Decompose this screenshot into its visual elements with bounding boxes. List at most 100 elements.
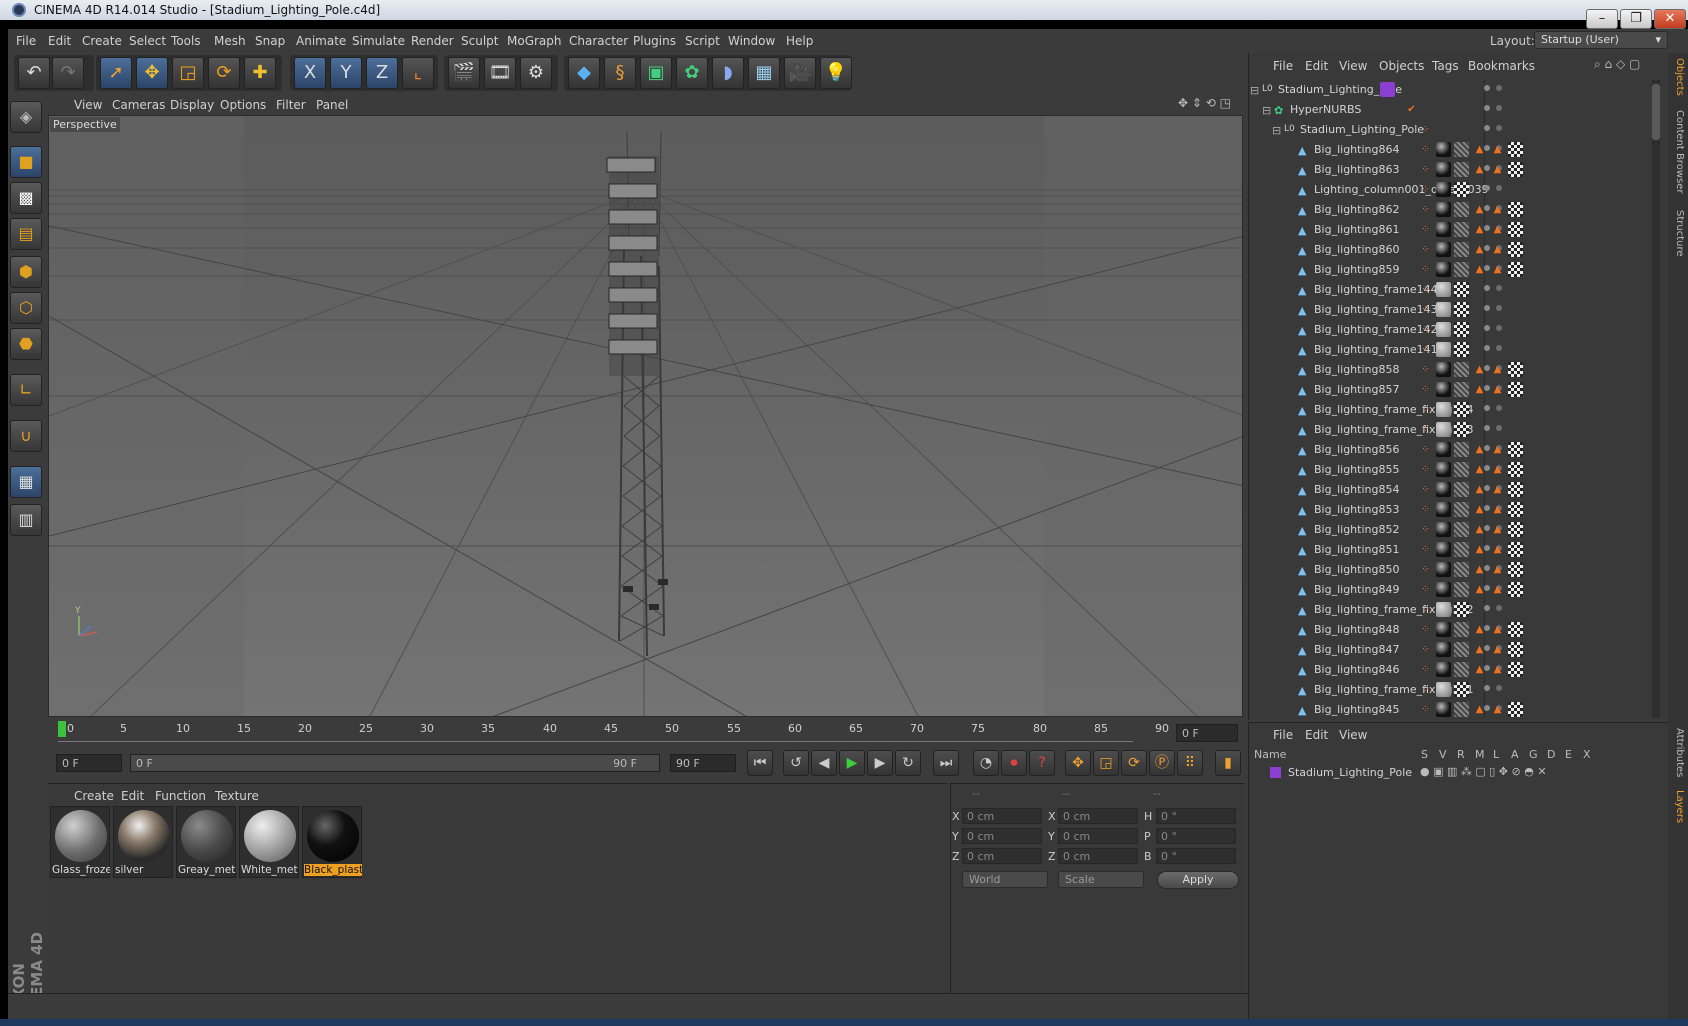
redo-icon[interactable]: ↷ xyxy=(52,57,84,89)
material-swatch-black-plastic[interactable]: Black_plast xyxy=(302,806,362,878)
rotation-b-field[interactable]: 0 ° xyxy=(1156,848,1236,864)
expand-toggle-icon[interactable]: ⊟ xyxy=(1262,104,1271,117)
menu-render[interactable]: Render xyxy=(411,34,454,48)
editor-visibility-dot[interactable] xyxy=(1484,305,1490,311)
material-tag-icon[interactable] xyxy=(1436,702,1451,717)
layout-dropdown[interactable]: Startup (User) ▾ xyxy=(1534,31,1668,49)
object-row[interactable]: ▲ Big_lighting853 ⁘ ▲ ▲ xyxy=(1250,500,1652,520)
render-visibility-dot[interactable] xyxy=(1496,285,1502,291)
layer-menu-file[interactable]: File xyxy=(1273,728,1293,742)
camera-icon[interactable]: 🎥 xyxy=(784,57,816,89)
object-row[interactable]: ▲ Big_lighting847 ⁘ ▲ ▲ xyxy=(1250,640,1652,660)
nurbs-icon[interactable]: ▣ xyxy=(640,57,672,89)
object-menu-bookmarks[interactable]: Bookmarks xyxy=(1468,59,1535,73)
menu-create[interactable]: Create xyxy=(82,34,122,48)
material-swatch-silver[interactable]: silver xyxy=(113,806,173,878)
timeline-window-icon[interactable]: ▮ xyxy=(1215,750,1241,776)
editor-visibility-dot[interactable] xyxy=(1484,285,1490,291)
render-visibility-dot[interactable] xyxy=(1496,605,1502,611)
object-row[interactable]: ▲ Big_lighting862 ⁘ ▲ ▲ xyxy=(1250,200,1652,220)
texture-tag-icon[interactable] xyxy=(1454,542,1469,557)
tab-layers[interactable]: Layers xyxy=(1671,790,1685,823)
render-visibility-dot[interactable] xyxy=(1496,185,1502,191)
texture-tag-icon[interactable] xyxy=(1454,462,1469,477)
warning-tag-icon[interactable]: ▲ xyxy=(1472,502,1487,517)
material-tag-icon[interactable] xyxy=(1436,502,1451,517)
material-menu-create[interactable]: Create xyxy=(74,789,114,803)
uvw-tag-icon[interactable] xyxy=(1508,642,1523,657)
phong-tag-icon[interactable]: ⁘ xyxy=(1418,462,1433,477)
uvw-tag-icon[interactable] xyxy=(1508,482,1523,497)
uvw-tag-icon[interactable] xyxy=(1508,622,1523,637)
material-tag-icon[interactable] xyxy=(1436,342,1451,357)
array-icon[interactable]: ✿ xyxy=(676,57,708,89)
rotation-h-field[interactable]: 0 ° xyxy=(1156,808,1236,824)
warning-tag-icon[interactable]: ▲ xyxy=(1490,242,1505,257)
snap-grid-icon[interactable]: ▥ xyxy=(10,504,42,536)
material-tag-icon[interactable] xyxy=(1436,182,1451,197)
layer-toggle-icons[interactable]: ● ▣ ▥ ⁂ ▢ ▯ ✥ ⊘ ◓ ✕ xyxy=(1420,765,1547,778)
object-row[interactable]: ▲ Big_lighting_frame144 ⁘ xyxy=(1250,280,1652,300)
warning-tag-icon[interactable]: ▲ xyxy=(1472,582,1487,597)
points-mode-icon[interactable]: ⬢ xyxy=(10,256,42,288)
material-menu-function[interactable]: Function xyxy=(155,789,206,803)
key-parameter-icon[interactable]: Ⓟ xyxy=(1149,750,1175,776)
warning-tag-icon[interactable]: ▲ xyxy=(1472,462,1487,477)
texture-tag-icon[interactable] xyxy=(1454,202,1469,217)
warning-tag-icon[interactable]: ▲ xyxy=(1490,362,1505,377)
object-row[interactable]: ▲ Big_lighting860 ⁘ ▲ ▲ xyxy=(1250,240,1652,260)
uvw-tag-icon[interactable] xyxy=(1508,142,1523,157)
uvw-tag-icon[interactable] xyxy=(1454,322,1469,337)
uvw-tag-icon[interactable] xyxy=(1508,222,1523,237)
warning-tag-icon[interactable]: ▲ xyxy=(1472,442,1487,457)
material-tag-icon[interactable] xyxy=(1436,582,1451,597)
object-menu-tags[interactable]: Tags xyxy=(1432,59,1459,73)
object-row[interactable]: ▲ Big_lighting_frame143 ⁘ xyxy=(1250,300,1652,320)
phong-tag-icon[interactable]: ⁘ xyxy=(1418,502,1433,517)
layer-row[interactable]: Stadium_Lighting_Pole ● ▣ ▥ ⁂ ▢ ▯ ✥ ⊘ ◓ … xyxy=(1252,764,1664,782)
live-selection-icon[interactable]: ➚ xyxy=(100,57,132,89)
uvw-tag-icon[interactable] xyxy=(1508,502,1523,517)
layer-col-l[interactable]: L xyxy=(1493,748,1499,761)
menu-character[interactable]: Character xyxy=(569,34,628,48)
object-row[interactable]: ▲ Big_lighting_frame141 ⁘ xyxy=(1250,340,1652,360)
texture-tag-icon[interactable] xyxy=(1454,222,1469,237)
uvw-tag-icon[interactable] xyxy=(1508,362,1523,377)
material-tag-icon[interactable] xyxy=(1436,202,1451,217)
object-menu-edit[interactable]: Edit xyxy=(1305,59,1328,73)
size-mode-dropdown[interactable]: Scale xyxy=(1058,871,1144,888)
viewport-menu-panel[interactable]: Panel xyxy=(316,98,348,112)
object-row[interactable]: ⊟ L0 Stadium_Lighting_Pole ⁘ xyxy=(1250,120,1652,140)
position-x-field[interactable]: 0 cm xyxy=(962,808,1042,824)
warning-tag-icon[interactable]: ▲ xyxy=(1490,442,1505,457)
layer-col-r[interactable]: R xyxy=(1457,748,1465,761)
texture-mode-icon[interactable]: ▩ xyxy=(10,182,42,214)
texture-tag-icon[interactable] xyxy=(1454,502,1469,517)
min-time-field[interactable]: 0 F xyxy=(56,754,122,772)
tab-content-browser[interactable]: Content Browser xyxy=(1671,110,1685,193)
cube-primitive-icon[interactable]: ◆ xyxy=(568,57,600,89)
tab-objects[interactable]: Objects xyxy=(1671,58,1685,96)
y-axis-icon[interactable]: Y xyxy=(330,57,362,89)
render-visibility-dot[interactable] xyxy=(1496,405,1502,411)
object-row[interactable]: ▲ Big_lighting845 ⁘ ▲ ▲ xyxy=(1250,700,1652,718)
uvw-tag-icon[interactable] xyxy=(1508,662,1523,677)
object-row[interactable]: ▲ Big_lighting854 ⁘ ▲ ▲ xyxy=(1250,480,1652,500)
z-axis-icon[interactable]: Z xyxy=(366,57,398,89)
rotation-p-field[interactable]: 0 ° xyxy=(1156,828,1236,844)
position-z-field[interactable]: 0 cm xyxy=(962,848,1042,864)
texture-tag-icon[interactable] xyxy=(1454,362,1469,377)
material-tag-icon[interactable] xyxy=(1436,162,1451,177)
scrollbar-thumb[interactable] xyxy=(1652,84,1660,140)
apply-button[interactable]: Apply xyxy=(1157,871,1239,889)
material-tag-icon[interactable] xyxy=(1436,422,1451,437)
editor-visibility-dot[interactable] xyxy=(1484,185,1490,191)
uvw-tag-icon[interactable] xyxy=(1454,182,1469,197)
warning-tag-icon[interactable]: ▲ xyxy=(1472,622,1487,637)
menu-select[interactable]: Select xyxy=(129,34,166,48)
warning-tag-icon[interactable]: ▲ xyxy=(1472,702,1487,717)
workplane-icon[interactable]: ▤ xyxy=(10,218,42,250)
phong-tag-icon[interactable]: ⁘ xyxy=(1418,422,1433,437)
current-frame-marker[interactable] xyxy=(58,721,66,737)
material-menu-texture[interactable]: Texture xyxy=(215,789,259,803)
